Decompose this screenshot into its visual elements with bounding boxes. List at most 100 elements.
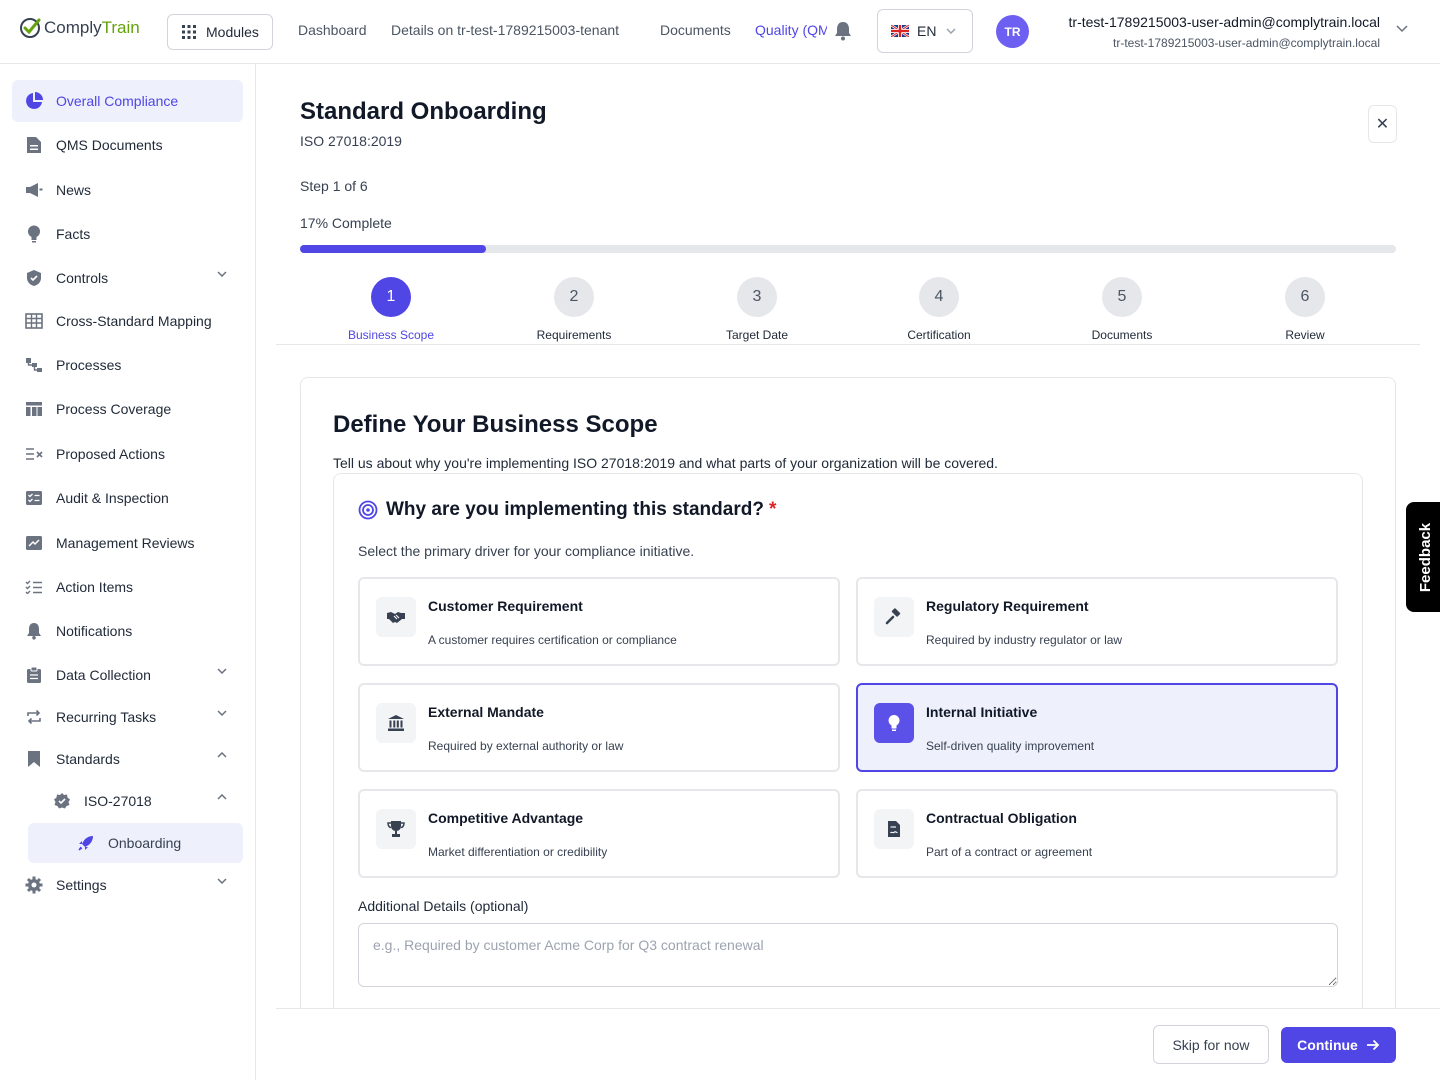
megaphone-icon [24,180,44,200]
flow-icon [24,355,44,375]
language-label: EN [917,23,937,39]
option-contractual-obligation[interactable]: Contractual Obligation Part of a contrac… [856,789,1338,878]
sidebar-item-iso-27018[interactable]: ISO-27018 [12,780,243,822]
sidebar-item-data-collection[interactable]: Data Collection [12,654,243,696]
list-x-icon [24,444,44,464]
check-list-icon [24,577,44,597]
sidebar-item-label: Action Items [56,579,134,595]
sidebar-item-overall-compliance[interactable]: Overall Compliance [12,80,243,122]
chevron-up-icon [217,794,227,800]
feedback-tab[interactable]: Feedback [1406,502,1440,612]
avatar[interactable]: TR [996,15,1029,48]
sidebar-item-action-items[interactable]: Action Items [12,566,243,608]
bell-icon[interactable] [834,21,852,41]
option-internal-initiative[interactable]: Internal Initiative Self-driven quality … [856,683,1338,772]
repeat-icon [24,707,44,727]
chevron-down-icon[interactable] [1396,25,1408,33]
close-button[interactable]: ✕ [1368,105,1397,143]
grid-icon [182,25,196,39]
option-title: Regulatory Requirement [926,598,1089,614]
sidebar-item-label: Standards [56,751,120,767]
feedback-label: Feedback [1417,522,1435,592]
option-competitive-advantage[interactable]: Competitive Advantage Market differentia… [358,789,840,878]
nav-documents[interactable]: Documents [660,22,731,38]
option-regulatory-requirement[interactable]: Regulatory Requirement Required by indus… [856,577,1338,666]
sidebar-item-standards[interactable]: Standards [12,738,243,780]
user-name[interactable]: tr-test-1789215003-user-admin@complytrai… [1069,14,1380,30]
sidebar-item-cross-standard-mapping[interactable]: Cross-Standard Mapping [12,300,243,342]
modules-button[interactable]: Modules [167,14,273,50]
option-description: A customer requires certification or com… [428,633,677,647]
chevron-down-icon [217,878,227,884]
gear-icon [24,875,44,895]
sidebar-item-facts[interactable]: Facts [12,213,243,255]
sidebar-item-settings[interactable]: Settings [12,864,243,906]
sidebar-item-recurring-tasks[interactable]: Recurring Tasks [12,696,243,738]
sidebar-item-news[interactable]: News [12,169,243,211]
sidebar-item-label: Proposed Actions [56,446,165,462]
sidebar-item-label: Processes [56,357,122,373]
sidebar-item-notifications[interactable]: Notifications [12,610,243,652]
step-requirements[interactable]: 2 Requirements [504,277,644,342]
step-number: 6 [1285,277,1325,317]
uk-flag-icon [891,25,909,37]
option-title: Competitive Advantage [428,810,584,826]
step-certification[interactable]: 4 Certification [869,277,1009,342]
question-title: Why are you implementing this standard? * [358,499,776,521]
step-review[interactable]: 6 Review [1235,277,1375,342]
checklist-icon [24,488,44,508]
sidebar-item-controls[interactable]: Controls [12,257,243,299]
sidebar-item-processes[interactable]: Processes [12,344,243,386]
sidebar-item-process-coverage[interactable]: Process Coverage [12,388,243,430]
logo[interactable]: Comply Train [18,16,140,40]
step-documents[interactable]: 5 Documents [1052,277,1192,342]
handshake-icon [376,597,416,637]
section-title: Define Your Business Scope [333,411,658,438]
bell-icon [24,621,44,641]
option-title: External Mandate [428,704,544,720]
step-business-scope[interactable]: 1 Business Scope [321,277,461,342]
page-subtitle: ISO 27018:2019 [300,133,402,149]
step-number: 1 [371,277,411,317]
progress-bar [300,245,1396,253]
percent-complete: 17% Complete [300,215,392,231]
step-target-date[interactable]: 3 Target Date [687,277,827,342]
sidebar-item-label: Recurring Tasks [56,709,157,725]
option-external-mandate[interactable]: External Mandate Required by external au… [358,683,840,772]
sidebar-item-management-reviews[interactable]: Management Reviews [12,522,243,564]
gavel-icon [874,597,914,637]
option-customer-requirement[interactable]: Customer Requirement A customer requires… [358,577,840,666]
additional-details-input[interactable] [358,923,1338,987]
sidebar-item-label: QMS Documents [56,137,163,153]
sidebar-item-proposed-actions[interactable]: Proposed Actions [12,433,243,475]
chevron-up-icon [217,752,227,758]
sidebar-item-label: Settings [56,877,107,893]
nav-dashboard[interactable]: Dashboard [298,22,367,38]
table-icon [24,311,44,331]
option-description: Required by external authority or law [428,739,624,753]
language-select[interactable]: EN [877,9,973,53]
option-title: Internal Initiative [926,704,1038,720]
step-number: 5 [1102,277,1142,317]
step-label: Requirements [536,328,612,342]
sidebar-item-label: Data Collection [56,667,151,683]
sidebar-item-qms-documents[interactable]: QMS Documents [12,124,243,166]
step-number: 2 [554,277,594,317]
grid-table-icon [24,399,44,419]
bookmark-icon [24,749,44,769]
additional-details-label: Additional Details (optional) [358,898,529,914]
step-label: Review [1285,328,1325,342]
progress-bar-fill [300,245,487,253]
logo-text-comply: Comply [44,18,102,37]
clipboard-icon [24,665,44,685]
sidebar-item-label: Facts [56,226,91,242]
contract-icon [874,809,914,849]
continue-button[interactable]: Continue [1281,1027,1396,1063]
nav-quality[interactable]: Quality (QMS) [755,22,827,38]
sidebar-item-onboarding[interactable]: Onboarding [28,823,243,863]
skip-button[interactable]: Skip for now [1153,1025,1269,1064]
pie-chart-icon [24,91,44,111]
nav-tenant-details[interactable]: Details on tr-test-1789215003-tenant [391,22,619,38]
sidebar-item-audit-inspection[interactable]: Audit & Inspection [12,477,243,519]
target-icon [358,500,378,520]
